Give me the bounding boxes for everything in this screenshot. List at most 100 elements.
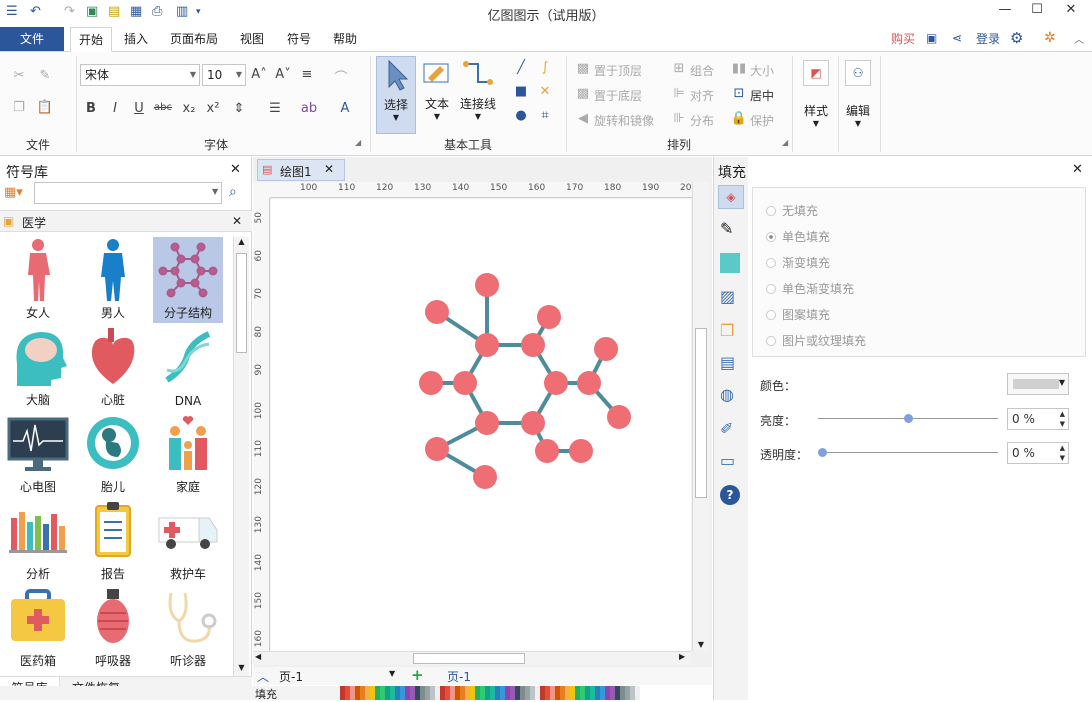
scroll-thumb[interactable] bbox=[413, 653, 525, 664]
style-button[interactable]: ◩ 样式 ▼ bbox=[800, 60, 832, 140]
document-tab[interactable]: ▤ 绘图1 ✕ bbox=[257, 159, 345, 181]
category-header[interactable]: ▣ 医学 ✕ bbox=[0, 210, 252, 232]
bold-icon[interactable]: B bbox=[82, 101, 100, 116]
arrange-dialog-icon[interactable]: ◢ bbox=[782, 138, 788, 147]
symbol-fetus[interactable]: 胎儿 bbox=[78, 411, 148, 497]
scroll-up-icon[interactable]: ▲ bbox=[234, 237, 249, 251]
molecule-atom[interactable] bbox=[544, 371, 568, 395]
format-painter-icon[interactable]: ✎ bbox=[36, 68, 54, 83]
rectangle-icon[interactable]: ■ bbox=[512, 84, 530, 99]
line-spacing-icon[interactable]: ⇕ bbox=[230, 101, 248, 116]
symbol-ecg[interactable]: 心电图 bbox=[3, 411, 73, 497]
close-fill-panel-icon[interactable]: ✕ bbox=[1072, 162, 1083, 177]
scroll-right-icon[interactable]: ▶ bbox=[679, 652, 685, 661]
font-name-combo[interactable]: 宋体 ▼ bbox=[80, 64, 200, 86]
symbol-report[interactable]: 报告 bbox=[78, 498, 148, 584]
group-button[interactable]: 组合 bbox=[690, 62, 714, 79]
rotate-mirror-button[interactable]: 旋转和镜像 bbox=[594, 112, 654, 129]
symbol-family[interactable]: 家庭 bbox=[153, 411, 223, 497]
subscript-icon[interactable]: x₂ bbox=[180, 101, 198, 116]
molecule-atom[interactable] bbox=[425, 437, 449, 461]
connector-tool-button[interactable]: 连接线 ▼ bbox=[458, 56, 498, 134]
center-button[interactable]: 居中 bbox=[750, 87, 774, 104]
image-panel-icon[interactable]: ▨ bbox=[720, 287, 735, 306]
send-back-button[interactable]: 置于底层 bbox=[594, 87, 642, 104]
bullet-list-icon[interactable]: ☰ bbox=[266, 101, 284, 116]
canvas-hscrollbar[interactable]: ◀ ▶ bbox=[253, 651, 691, 665]
tab-insert[interactable]: 插入 bbox=[118, 27, 154, 52]
symbol-analysis[interactable]: 分析 bbox=[3, 498, 73, 584]
close-button[interactable]: ✕ bbox=[1056, 2, 1086, 22]
molecule-atom[interactable] bbox=[594, 337, 618, 361]
symbol-heart[interactable]: 心脏 bbox=[78, 324, 148, 410]
molecule-atom[interactable] bbox=[607, 405, 631, 429]
library-menu-icon[interactable]: ▦▾ bbox=[4, 185, 23, 200]
font-dialog-icon[interactable]: ◢ bbox=[355, 138, 361, 147]
text-highlight-icon[interactable]: ab bbox=[300, 101, 318, 116]
close-tab-icon[interactable]: ✕ bbox=[324, 162, 334, 176]
minimize-button[interactable]: — bbox=[990, 2, 1020, 22]
close-library-icon[interactable]: ✕ bbox=[230, 162, 241, 177]
login-link[interactable]: 登录 bbox=[972, 27, 1004, 52]
drawing-canvas[interactable] bbox=[271, 199, 691, 651]
fill-option-solid[interactable]: 单色填充 bbox=[766, 228, 830, 245]
font-color-icon[interactable]: A bbox=[336, 101, 354, 116]
crop-icon[interactable]: ⌗ bbox=[536, 108, 554, 123]
font-size-combo[interactable]: 10 ▼ bbox=[202, 64, 246, 86]
fill-panel-icon[interactable]: ◈ bbox=[718, 185, 744, 209]
molecule-atom[interactable] bbox=[521, 411, 545, 435]
close-category-icon[interactable]: ✕ bbox=[232, 214, 242, 228]
tab-help[interactable]: 帮助 bbox=[327, 27, 363, 52]
layer-panel-icon[interactable]: ❐ bbox=[720, 321, 734, 340]
fill-option-gradient[interactable]: 渐变填充 bbox=[766, 254, 830, 271]
molecule-atom[interactable] bbox=[453, 371, 477, 395]
cross-point-icon[interactable]: ✕ bbox=[536, 84, 554, 99]
molecule-atom[interactable] bbox=[535, 439, 559, 463]
molecule-atom[interactable] bbox=[475, 333, 499, 357]
scroll-left-icon[interactable]: ◀ bbox=[255, 652, 261, 661]
symbol-molecule[interactable]: 分子结构 bbox=[153, 237, 223, 323]
select-tool-button[interactable]: 选择 ▼ bbox=[376, 56, 416, 134]
search-icon[interactable]: ⌕ bbox=[229, 184, 237, 200]
text-tool-button[interactable]: 文本 ▼ bbox=[418, 56, 456, 134]
palette-swatch[interactable] bbox=[635, 686, 640, 700]
library-scrollbar[interactable]: ▲ ▼ bbox=[233, 237, 249, 677]
bring-front-button[interactable]: 置于顶层 bbox=[594, 62, 642, 79]
line-panel-icon[interactable]: ✎ bbox=[720, 219, 733, 238]
collapse-ribbon-icon[interactable]: ︿ bbox=[1074, 31, 1084, 46]
fill-option-solid-gradient[interactable]: 单色渐变填充 bbox=[766, 280, 854, 297]
cut-icon[interactable]: ✂ bbox=[10, 68, 28, 83]
scroll-thumb[interactable] bbox=[236, 253, 247, 353]
superscript-icon[interactable]: x² bbox=[204, 101, 222, 116]
fill-option-pattern[interactable]: 图案填充 bbox=[766, 306, 830, 323]
scroll-down-icon[interactable]: ▼ bbox=[234, 663, 249, 677]
symbol-woman[interactable]: 女人 bbox=[3, 237, 73, 323]
symbol-brain[interactable]: 大脑 bbox=[3, 324, 73, 410]
transparency-input[interactable]: 0 % ▲ ▼ bbox=[1007, 442, 1069, 464]
screen-icon[interactable]: ▣ bbox=[926, 31, 937, 45]
transparency-slider-handle[interactable] bbox=[818, 448, 827, 457]
tab-page-layout[interactable]: 页面布局 bbox=[165, 27, 223, 52]
symbol-medical-kit[interactable]: 医药箱 bbox=[3, 585, 73, 671]
shadow-panel-icon[interactable] bbox=[720, 253, 740, 273]
molecule-atom[interactable] bbox=[475, 273, 499, 297]
fill-option-none[interactable]: 无填充 bbox=[766, 202, 818, 219]
strikethrough-icon[interactable]: abc bbox=[154, 102, 172, 113]
brightness-slider-handle[interactable] bbox=[904, 414, 913, 423]
curve-icon[interactable]: ∫ bbox=[536, 60, 554, 75]
symbol-man[interactable]: 男人 bbox=[78, 237, 148, 323]
spin-arrows-icon[interactable]: ▲ ▼ bbox=[1060, 409, 1065, 429]
color-palette[interactable] bbox=[340, 686, 640, 700]
italic-icon[interactable]: I bbox=[106, 101, 124, 116]
edit-button[interactable]: ⚇ 编辑 ▼ bbox=[842, 60, 874, 140]
align-button[interactable]: 对齐 bbox=[690, 87, 714, 104]
molecule-atom[interactable] bbox=[475, 411, 499, 435]
align-text-icon[interactable]: ≡ bbox=[298, 67, 316, 82]
size-button[interactable]: 大小 bbox=[750, 62, 774, 79]
molecule-atom[interactable] bbox=[577, 371, 601, 395]
scroll-down-icon[interactable]: ▼ bbox=[693, 640, 709, 649]
symbol-respirator[interactable]: 呼吸器 bbox=[78, 585, 148, 671]
copy-icon[interactable]: ❐ bbox=[10, 100, 28, 115]
text-curve-icon[interactable]: ⌒ bbox=[332, 67, 350, 86]
symbol-stethoscope[interactable]: 听诊器 bbox=[153, 585, 223, 671]
